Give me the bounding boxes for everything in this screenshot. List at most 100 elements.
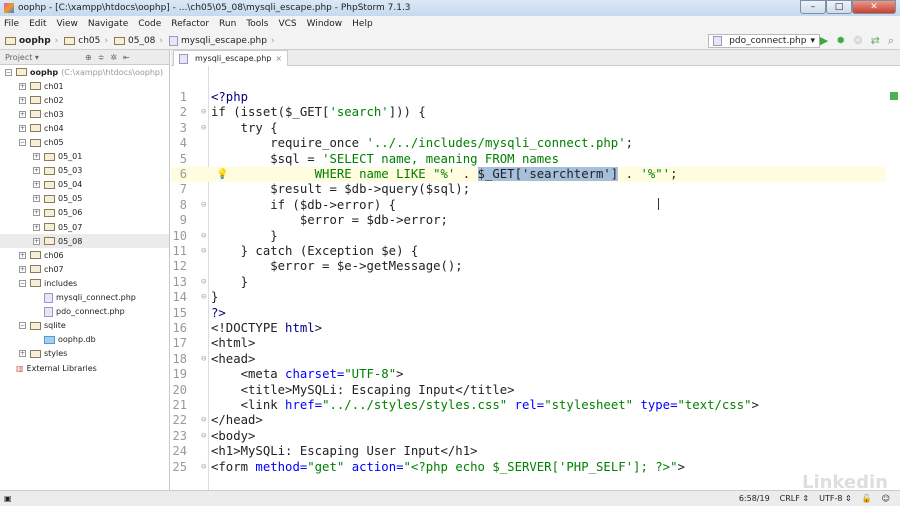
menu-tools[interactable]: Tools xyxy=(246,19,268,29)
expand-icon[interactable]: + xyxy=(19,82,26,90)
menu-refactor[interactable]: Refactor xyxy=(171,19,209,29)
tree-item[interactable]: +05_01 xyxy=(0,150,169,164)
gear-icon[interactable]: ✲ xyxy=(110,53,117,62)
locate-icon[interactable]: ⊕ xyxy=(85,53,92,62)
tree-item[interactable]: +05_08 xyxy=(0,234,169,249)
minimize-button[interactable]: – xyxy=(800,0,826,14)
fold-icon[interactable]: ⊖ xyxy=(201,105,206,120)
menu-view[interactable]: View xyxy=(57,19,78,29)
collapse-icon[interactable]: − xyxy=(19,279,26,287)
tool-windows-icon[interactable]: ▣ xyxy=(4,494,12,503)
fold-icon[interactable]: ⊖ xyxy=(201,413,206,428)
tree-item[interactable]: − oophp (C:\xampp\htdocs\oophp) xyxy=(0,65,169,79)
tree-item[interactable]: + ch02 xyxy=(0,93,169,107)
fold-icon[interactable]: ⊖ xyxy=(201,244,206,259)
tree-item[interactable]: mysqli_connect.php xyxy=(0,291,169,305)
expand-icon[interactable]: + xyxy=(19,124,26,132)
fold-icon[interactable]: ⊖ xyxy=(201,198,206,213)
code-token: href= xyxy=(285,398,323,412)
fold-icon[interactable]: ⊖ xyxy=(201,290,206,305)
expand-icon[interactable]: + xyxy=(33,153,40,161)
coverage-icon[interactable]: ❂ xyxy=(853,34,862,48)
fold-icon[interactable]: ⊖ xyxy=(201,229,206,244)
tree-item[interactable]: oophp.db xyxy=(0,333,169,347)
folder-icon xyxy=(44,194,55,203)
editor-tabs: mysqli_escape.php × xyxy=(171,50,900,66)
fold-icon[interactable]: ⊖ xyxy=(201,275,206,290)
breadcrumb-item[interactable]: oophp › xyxy=(5,36,58,46)
maximize-button[interactable]: □ xyxy=(826,0,852,14)
expand-icon[interactable]: + xyxy=(33,237,40,245)
menu-vcs[interactable]: VCS xyxy=(278,19,296,29)
tree-item[interactable]: + styles xyxy=(0,347,169,361)
collapse-icon[interactable]: − xyxy=(19,322,26,330)
menu-help[interactable]: Help xyxy=(352,19,373,29)
search-icon[interactable]: ⌕ xyxy=(888,34,894,48)
breadcrumb-item[interactable]: mysqli_escape.php › xyxy=(169,35,275,46)
tree-item[interactable]: + ch01 xyxy=(0,79,169,93)
tree-item[interactable]: − ch05 xyxy=(0,135,169,149)
tree-item[interactable]: +05_03 xyxy=(0,164,169,178)
expand-icon[interactable]: + xyxy=(19,350,26,358)
encoding[interactable]: UTF-8 ⇕ xyxy=(819,494,852,503)
code-line: 23 ⊖ <body> xyxy=(171,429,886,444)
run-config-select[interactable]: pdo_connect.php ▾ xyxy=(708,34,820,48)
collapse-icon[interactable]: ≑ xyxy=(98,53,105,62)
fold-icon[interactable]: ⊖ xyxy=(201,121,206,136)
expand-icon[interactable]: + xyxy=(33,167,40,175)
close-button[interactable]: ✕ xyxy=(852,0,896,14)
tree-item[interactable]: +05_06 xyxy=(0,206,169,220)
hide-icon[interactable]: ⇤ xyxy=(123,53,130,62)
tree-item[interactable]: pdo_connect.php xyxy=(0,305,169,319)
caret-position[interactable]: 6:58/19 xyxy=(739,494,770,503)
menu-file[interactable]: File xyxy=(4,19,19,29)
expand-icon[interactable]: + xyxy=(19,265,26,273)
code-line: 13 ⊖ } xyxy=(171,275,886,290)
fold-icon[interactable]: ⊖ xyxy=(201,429,206,444)
tree-item[interactable]: + ch07 xyxy=(0,262,169,276)
collapse-icon[interactable]: − xyxy=(5,68,12,76)
code-token: <!DOCTYPE xyxy=(211,321,286,335)
menu-code[interactable]: Code xyxy=(138,19,161,29)
tree-item[interactable]: + ch06 xyxy=(0,248,169,262)
code-editor[interactable]: 1 <?php 2 ⊖ if (isset($_GET['search'])) {3 ⊖ … xyxy=(171,66,900,490)
sync-icon[interactable]: ⇄ xyxy=(871,34,880,48)
menu-run[interactable]: Run xyxy=(219,19,236,29)
menu-edit[interactable]: Edit xyxy=(29,19,46,29)
code-token: . xyxy=(455,167,478,181)
project-view-select[interactable]: Project ▾ xyxy=(5,53,39,62)
tree-item[interactable]: +05_04 xyxy=(0,178,169,192)
expand-icon[interactable]: + xyxy=(33,223,40,231)
expand-icon[interactable]: + xyxy=(33,181,40,189)
tree-item-label: oophp.db xyxy=(58,335,96,345)
menu-window[interactable]: Window xyxy=(307,19,343,29)
close-tab-icon[interactable]: × xyxy=(275,54,282,63)
tree-item[interactable]: − sqlite xyxy=(0,319,169,333)
tree-item[interactable]: +05_05 xyxy=(0,192,169,206)
fold-icon[interactable]: ⊖ xyxy=(201,352,206,367)
fold-icon[interactable]: ⊖ xyxy=(201,460,206,475)
breadcrumb-item[interactable]: 05_08 › xyxy=(114,36,163,46)
tree-item[interactable]: − includes xyxy=(0,276,169,290)
tree-item[interactable]: + ch04 xyxy=(0,121,169,135)
run-icon[interactable]: ▶ xyxy=(820,34,828,48)
line-number: 24 xyxy=(172,444,187,459)
expand-icon[interactable]: + xyxy=(19,96,26,104)
breadcrumb-item[interactable]: ch05 › xyxy=(64,36,108,46)
expand-icon[interactable]: + xyxy=(33,209,40,217)
code-token: if (isset($_GET[ xyxy=(211,105,330,120)
collapse-icon[interactable]: − xyxy=(19,139,26,147)
debug-icon[interactable]: ✹ xyxy=(836,34,845,48)
line-separator[interactable]: CRLF ⇕ xyxy=(780,494,809,503)
tree-item[interactable]: +05_07 xyxy=(0,220,169,234)
tree-item[interactable]: + ch03 xyxy=(0,107,169,121)
inspector-icon[interactable]: ☺ xyxy=(882,494,890,503)
line-number: 20 xyxy=(172,382,187,397)
expand-icon[interactable]: + xyxy=(33,195,40,203)
tree-item[interactable]: ▥ External Libraries xyxy=(0,361,169,375)
menu-navigate[interactable]: Navigate xyxy=(88,19,128,29)
tab-mysqli-escape[interactable]: mysqli_escape.php × xyxy=(173,50,289,66)
expand-icon[interactable]: + xyxy=(19,251,26,259)
expand-icon[interactable]: + xyxy=(19,110,26,118)
lock-icon[interactable]: 🔓 xyxy=(862,494,872,503)
